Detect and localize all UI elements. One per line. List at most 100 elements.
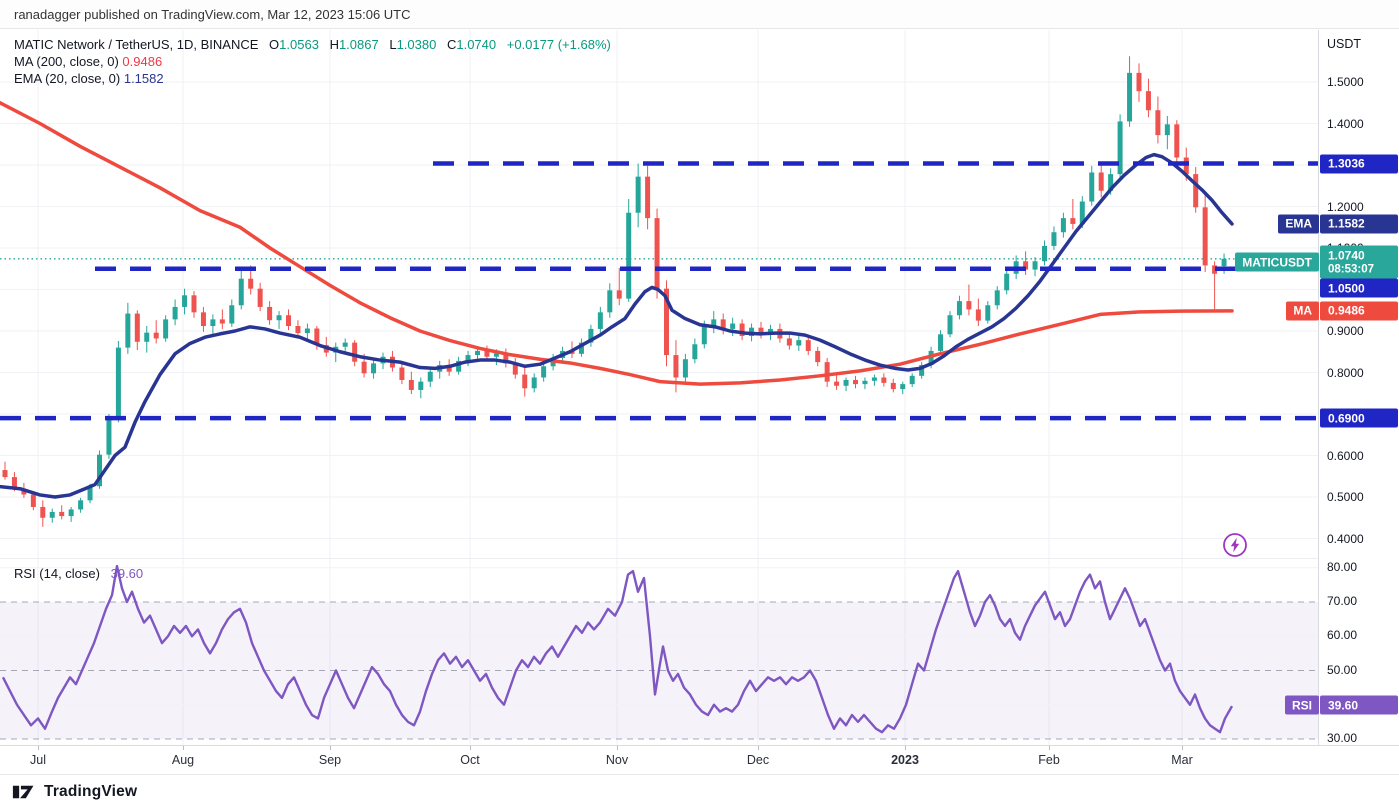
candle-body (1099, 172, 1104, 190)
axis-badge-tag-ema: EMA (1278, 214, 1319, 233)
high-value: 1.0867 (339, 37, 379, 52)
candle-body (352, 343, 357, 362)
candle-body (428, 372, 433, 382)
price-tick-label: 1.2000 (1327, 200, 1364, 214)
candle-body (1203, 207, 1208, 265)
flash-ideas-button[interactable] (1221, 531, 1249, 559)
candle-body (910, 376, 915, 384)
price-tick-label: 0.4000 (1327, 532, 1364, 546)
candle-body (938, 334, 943, 351)
candle-body (1222, 259, 1227, 266)
candle-body (645, 177, 650, 219)
candle-body (125, 314, 130, 348)
time-axis-tick (38, 746, 39, 750)
time-axis-tick (1049, 746, 1050, 750)
candle-body (683, 359, 688, 377)
candle-body (210, 319, 215, 326)
candle-body (872, 377, 877, 380)
ma-value: 0.9486 (122, 54, 162, 69)
candle-body (787, 338, 792, 345)
open-label: O (269, 37, 279, 52)
candle-body (853, 380, 858, 384)
candle-body (1004, 274, 1009, 291)
candle-body (305, 329, 310, 334)
low-value: 1.0380 (397, 37, 437, 52)
rsi-tick-label: 60.00 (1327, 628, 1357, 642)
axis-badge-tag-rsi: RSI (1285, 696, 1319, 715)
candle-body (1165, 124, 1170, 135)
candle-body (1070, 218, 1075, 224)
candle-body (3, 470, 8, 477)
chart-legend: MATIC Network / TetherUS, 1D, BINANCE O1… (14, 36, 611, 87)
ma-label[interactable]: MA (200, close, 0) (14, 54, 119, 69)
candle-body (844, 380, 849, 386)
axis-badge-ema: 1.1582 (1320, 214, 1398, 233)
candle-body (31, 495, 36, 507)
rsi-value: 39.60 (111, 566, 144, 581)
time-label-mar: Mar (1171, 753, 1193, 767)
countdown-timer: 08:53:07 (1328, 262, 1398, 276)
candle-body (702, 326, 707, 344)
tradingview-brand-text[interactable]: TradingView (44, 783, 137, 801)
candle-body (267, 307, 272, 320)
candle-body (607, 290, 612, 312)
price-tick-label: 1.5000 (1327, 75, 1364, 89)
tradingview-logo-icon[interactable] (12, 783, 37, 801)
time-label-oct: Oct (460, 753, 479, 767)
candle-body (796, 340, 801, 345)
candle-body (891, 383, 896, 389)
axis-badge-1.0500: 1.0500 (1320, 279, 1398, 298)
candle-body (815, 351, 820, 362)
axis-badge-ma: 0.9486 (1320, 301, 1398, 320)
time-axis[interactable]: JulAugSepOctNovDec2023FebMar (0, 745, 1399, 775)
candle-body (173, 307, 178, 319)
time-axis-tick (183, 746, 184, 750)
ema-value: 1.1582 (124, 71, 164, 86)
candle-body (1118, 121, 1123, 174)
candle-body (541, 366, 546, 377)
footer: TradingView (12, 783, 137, 801)
time-label-2023: 2023 (891, 753, 919, 767)
candle-body (1089, 172, 1094, 201)
rsi-label[interactable]: RSI (14, close) (14, 566, 100, 581)
ema-label[interactable]: EMA (20, close, 0) (14, 71, 120, 86)
candle-body (1137, 73, 1142, 91)
candle-body (834, 382, 839, 386)
candle-body (40, 507, 45, 518)
candle-body (1061, 218, 1066, 232)
time-axis-tick (330, 746, 331, 750)
open-value: 1.0563 (279, 37, 319, 52)
axis-badge-maticusdt: 1.074008:53:07 (1320, 246, 1398, 279)
candle-body (1042, 246, 1047, 261)
candle-body (248, 279, 253, 289)
price-tick-label: 0.6000 (1327, 449, 1364, 463)
symbol-title[interactable]: MATIC Network / TetherUS, 1D, BINANCE (14, 37, 258, 52)
ema-legend-row: EMA (20, close, 0) 1.1582 (14, 70, 611, 87)
price-pane[interactable] (0, 30, 1318, 558)
axis-badge-0.6900: 0.6900 (1320, 409, 1398, 428)
candle-body (598, 312, 603, 329)
candle-body (1127, 73, 1132, 122)
axis-badge-tag-maticusdt: MATICUSDT (1235, 253, 1319, 272)
rsi-pane[interactable] (0, 558, 1318, 746)
candle-body (163, 319, 168, 338)
price-axis[interactable]: USDT 1.50001.40001.20001.10000.90000.800… (1318, 30, 1399, 775)
candle-body (286, 315, 291, 326)
candle-body (78, 500, 83, 509)
ma200-line (0, 103, 1232, 384)
candle-body (220, 319, 225, 323)
candle-body (1155, 110, 1160, 135)
time-axis-tick (758, 746, 759, 750)
candle-body (362, 362, 367, 374)
candle-body (948, 315, 953, 334)
candle-body (295, 326, 300, 333)
candle-body (692, 344, 697, 359)
candle-body (1051, 232, 1056, 246)
change-value: +0.0177 (+1.68%) (507, 37, 611, 52)
rsi-tick-label: 70.00 (1327, 594, 1357, 608)
low-label: L (389, 37, 396, 52)
rsi-tick-label: 30.00 (1327, 731, 1357, 745)
candle-body (229, 305, 234, 323)
axis-badge-1.3036: 1.3036 (1320, 154, 1398, 173)
candle-body (1174, 124, 1179, 157)
